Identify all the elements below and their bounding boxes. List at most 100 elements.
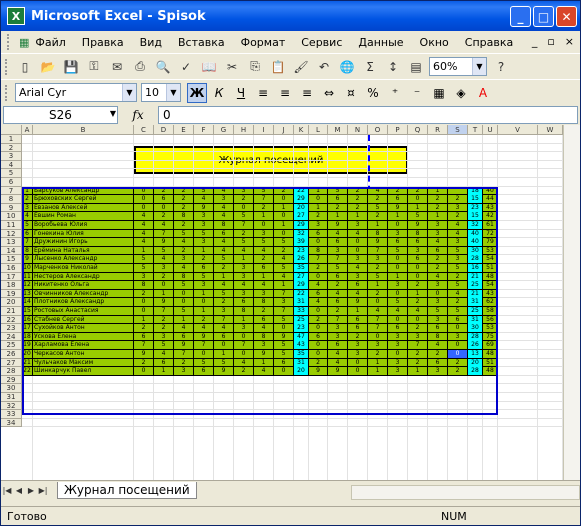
attendance-cell[interactable]: 0 — [448, 350, 468, 358]
attendance-cell[interactable]: 5 — [274, 315, 294, 324]
attendance-cell[interactable]: 3 — [234, 289, 254, 298]
attendance-cell[interactable]: 5 — [194, 186, 214, 195]
attendance-cell[interactable]: 4 — [174, 324, 194, 333]
attendance-cell[interactable]: 2 — [234, 195, 254, 204]
attendance-cell[interactable]: 3 — [174, 367, 194, 376]
row-number-cell[interactable]: 18 — [22, 332, 33, 341]
attendance-cell[interactable]: 5 — [254, 238, 274, 247]
row-header[interactable]: 8 — [1, 195, 22, 204]
attendance-cell[interactable]: 7 — [274, 289, 294, 298]
total-oct-cell[interactable]: 23 — [468, 203, 483, 212]
column-header[interactable]: D — [154, 125, 174, 135]
attendance-cell[interactable]: 0 — [408, 272, 428, 281]
attendance-cell[interactable]: 9 — [174, 341, 194, 350]
total-oct-cell[interactable]: 25 — [468, 281, 483, 290]
attendance-cell[interactable]: 6 — [214, 332, 234, 341]
attendance-cell[interactable]: 1 — [254, 272, 274, 281]
attendance-cell[interactable]: 0 — [368, 298, 388, 307]
row-header[interactable]: 2 — [1, 143, 22, 153]
student-name-cell[interactable]: Стабнев Сергей — [33, 315, 134, 324]
worksheet-grid[interactable]: Журнал посещений ABCDEFGHIJKLMNOPQRSTUVW… — [1, 125, 580, 480]
row-number-cell[interactable]: 3 — [22, 203, 33, 212]
attendance-cell[interactable]: 1 — [368, 281, 388, 290]
doc-minimize-icon[interactable]: _ — [532, 35, 538, 48]
attendance-cell[interactable]: 1 — [368, 221, 388, 229]
attendance-cell[interactable]: 5 — [174, 307, 194, 315]
row-number-cell[interactable]: 11 — [22, 272, 33, 281]
total-sep-cell[interactable]: 23 — [294, 246, 309, 255]
total-sep-cell[interactable]: 26 — [294, 255, 309, 264]
attendance-cell[interactable]: 1 — [348, 212, 368, 221]
attendance-cell[interactable]: 3 — [328, 332, 348, 341]
attendance-cell[interactable]: 4 — [214, 324, 234, 333]
row-header[interactable]: 15 — [1, 255, 22, 264]
attendance-cell[interactable]: 6 — [348, 315, 368, 324]
total-oct-cell[interactable]: 31 — [468, 315, 483, 324]
row-number-cell[interactable]: 9 — [22, 255, 33, 264]
attendance-cell[interactable]: 3 — [428, 298, 448, 307]
row-number-cell[interactable]: 19 — [22, 341, 33, 350]
total-sep-cell[interactable]: 27 — [294, 212, 309, 221]
row-header[interactable]: 29 — [1, 375, 22, 385]
attendance-cell[interactable]: 6 — [234, 298, 254, 307]
attendance-cell[interactable]: 5 — [134, 255, 154, 264]
attendance-cell[interactable]: 5 — [274, 264, 294, 272]
attendance-cell[interactable]: 2 — [134, 358, 154, 367]
attendance-cell[interactable]: 4 — [234, 358, 254, 367]
student-name-cell[interactable]: Ускова Елена — [33, 332, 134, 341]
column-header[interactable]: Q — [408, 125, 428, 135]
student-name-cell[interactable]: Харламова Елена — [33, 341, 134, 350]
attendance-cell[interactable]: 5 — [388, 298, 408, 307]
attendance-cell[interactable]: 4 — [154, 350, 174, 358]
attendance-cell[interactable]: 2 — [448, 272, 468, 281]
attendance-cell[interactable]: 6 — [254, 315, 274, 324]
row-number-cell[interactable]: 6 — [22, 229, 33, 238]
attendance-cell[interactable]: 4 — [214, 203, 234, 212]
attendance-cell[interactable]: 0 — [388, 221, 408, 229]
attendance-cell[interactable]: 2 — [368, 195, 388, 204]
attendance-cell[interactable]: 2 — [408, 281, 428, 290]
attendance-cell[interactable]: 1 — [254, 212, 274, 221]
total-all-cell[interactable]: 53 — [483, 324, 498, 333]
doc-restore-icon[interactable]: ▫ — [547, 35, 554, 48]
attendance-cell[interactable]: 6 — [348, 281, 368, 290]
attendance-cell[interactable]: 7 — [234, 221, 254, 229]
attendance-cell[interactable]: 8 — [174, 212, 194, 221]
row-number-cell[interactable]: 16 — [22, 315, 33, 324]
row-number-cell[interactable]: 8 — [22, 246, 33, 255]
attendance-cell[interactable]: 0 — [408, 264, 428, 272]
student-name-cell[interactable]: Нестеров Александр — [33, 272, 134, 281]
attendance-cell[interactable]: 1 — [408, 203, 428, 212]
column-header[interactable]: A — [22, 125, 33, 135]
total-oct-cell[interactable]: 26 — [468, 341, 483, 350]
total-all-cell[interactable]: 43 — [483, 289, 498, 298]
student-name-cell[interactable]: Воробьева Юлия — [33, 221, 134, 229]
row-number-cell[interactable]: 7 — [22, 238, 33, 247]
attendance-cell[interactable]: 0 — [174, 298, 194, 307]
attendance-cell[interactable]: 2 — [274, 186, 294, 195]
doc-close-icon[interactable]: × — [565, 35, 574, 48]
attendance-cell[interactable]: 4 — [134, 212, 154, 221]
student-name-cell[interactable]: Гонекина Юлия — [33, 229, 134, 238]
attendance-cell[interactable]: 4 — [428, 238, 448, 247]
column-header[interactable]: G — [214, 125, 234, 135]
total-oct-cell[interactable]: 21 — [468, 289, 483, 298]
attendance-cell[interactable]: 0 — [309, 272, 328, 281]
attendance-cell[interactable]: 0 — [194, 298, 214, 307]
attendance-cell[interactable]: 0 — [234, 203, 254, 212]
total-all-cell[interactable]: 56 — [483, 315, 498, 324]
attendance-cell[interactable]: 2 — [428, 264, 448, 272]
attendance-cell[interactable]: 8 — [134, 281, 154, 290]
attendance-cell[interactable]: 1 — [368, 358, 388, 367]
attendance-cell[interactable]: 3 — [134, 272, 154, 281]
attendance-cell[interactable]: 5 — [274, 350, 294, 358]
attendance-cell[interactable]: 2 — [174, 186, 194, 195]
attendance-cell[interactable]: 4 — [274, 272, 294, 281]
attendance-cell[interactable]: 6 — [388, 195, 408, 204]
total-all-cell[interactable]: 53 — [483, 246, 498, 255]
attendance-cell[interactable]: 4 — [234, 281, 254, 290]
attendance-cell[interactable]: 0 — [388, 350, 408, 358]
attendance-cell[interactable]: 7 — [368, 324, 388, 333]
attendance-cell[interactable]: 6 — [388, 324, 408, 333]
attendance-cell[interactable]: 4 — [254, 367, 274, 376]
